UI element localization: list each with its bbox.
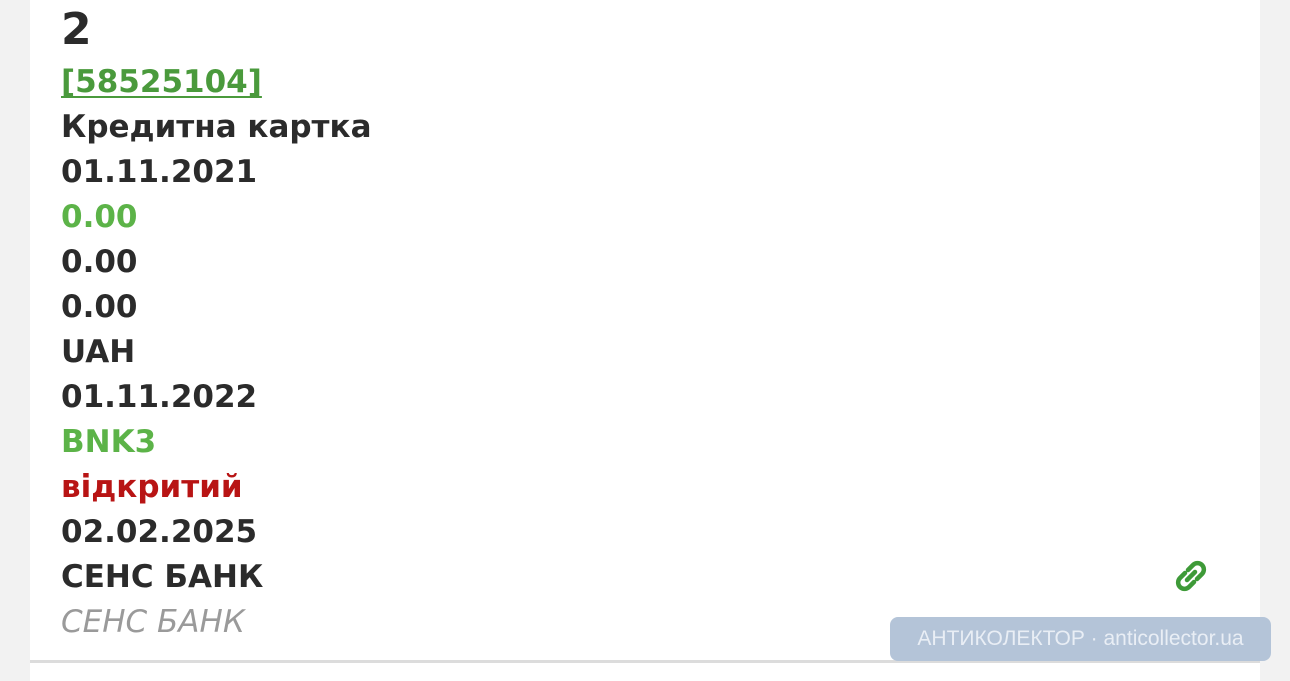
next-card-edge <box>30 663 1260 681</box>
watermark-badge: АНТИКОЛЕКТОР · anticollector.ua <box>890 617 1271 661</box>
amount-green: 0.00 <box>61 199 138 235</box>
link-chain-icon[interactable] <box>1171 556 1211 596</box>
product-type: Кредитна картка <box>61 109 372 145</box>
update-date: 02.02.2025 <box>61 514 258 550</box>
creditor-original-name: СЕНС БАНК <box>61 604 245 640</box>
status-text: відкритий <box>61 469 243 505</box>
close-date: 01.11.2022 <box>61 379 258 415</box>
record-number: 2 <box>61 4 92 55</box>
contract-id-link[interactable]: [58525104] <box>61 62 262 102</box>
currency: UAH <box>61 334 136 370</box>
amount-third: 0.00 <box>61 289 138 325</box>
creditor-name: СЕНС БАНК <box>61 559 264 595</box>
amount-second: 0.00 <box>61 244 138 280</box>
source-code: BNK3 <box>61 424 157 460</box>
credit-record-card: 2 [58525104] Кредитна картка 01.11.2021 … <box>30 0 1260 663</box>
open-date: 01.11.2021 <box>61 154 258 190</box>
